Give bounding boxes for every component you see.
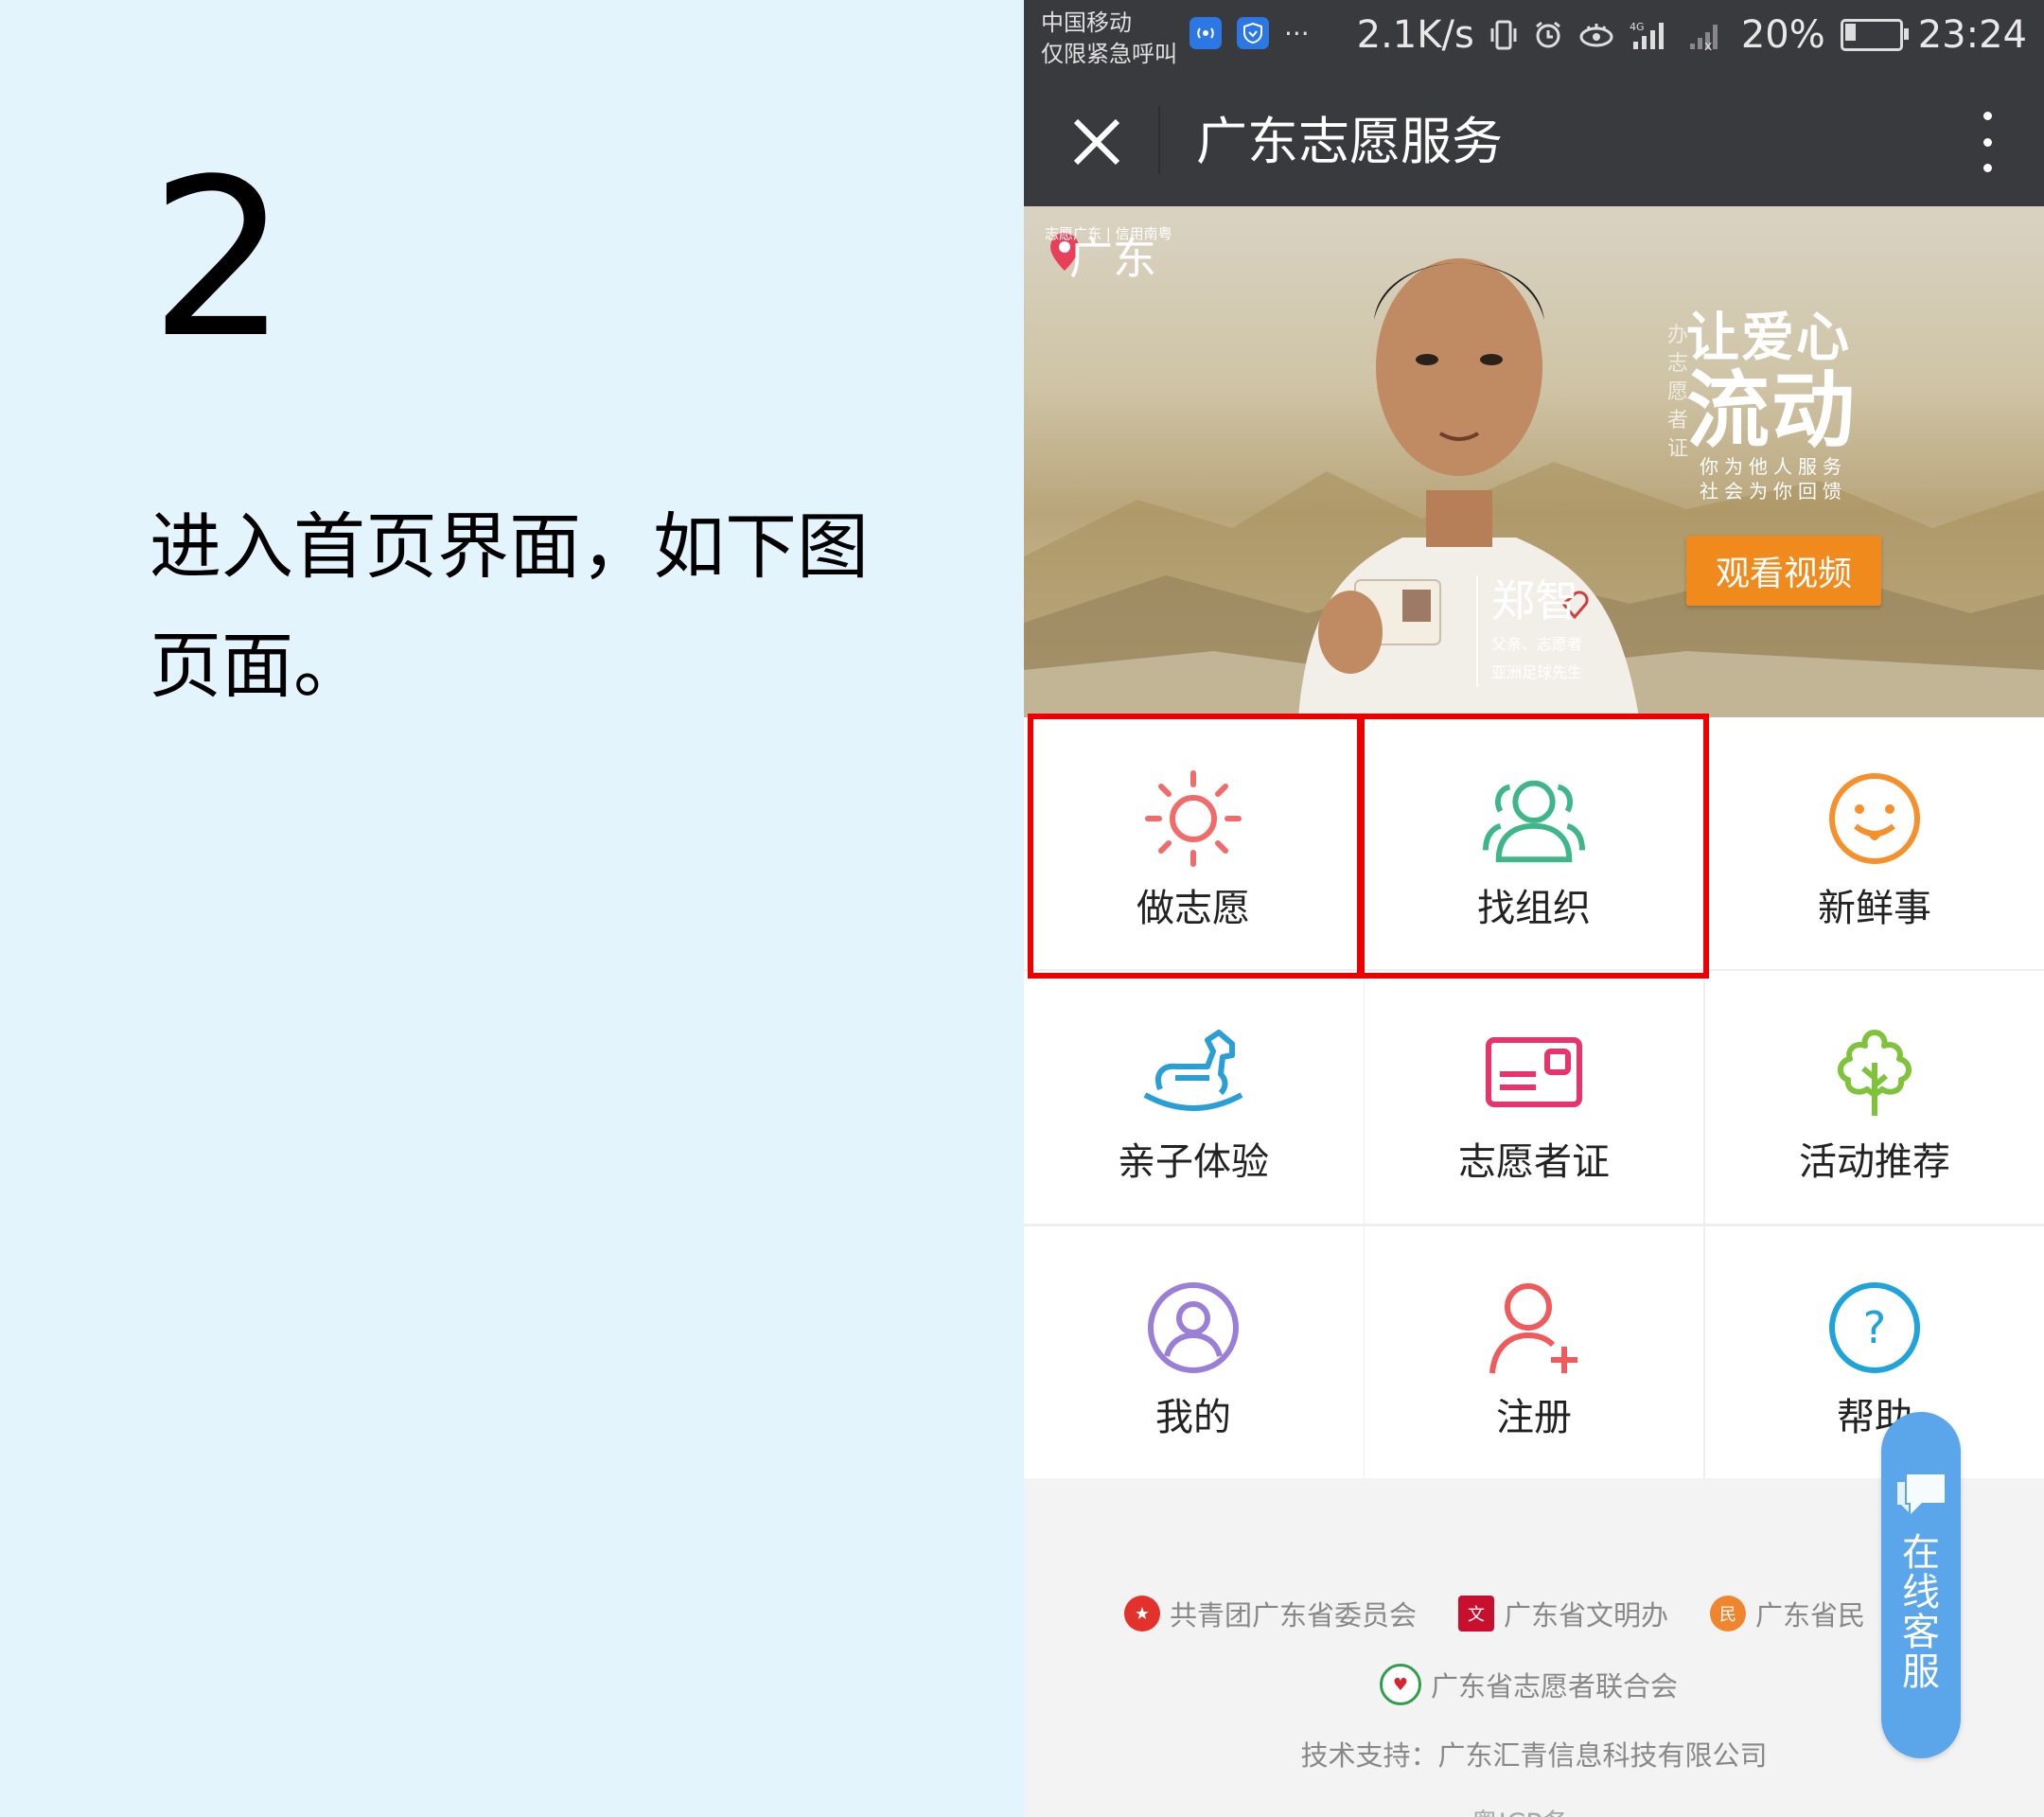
step-instruction: 进入首页界面，如下图页面。 (150, 504, 869, 708)
banner-slogan: 办志愿者证 让爱心 流动 你为他人服务 社会为你回馈 (1667, 308, 1970, 503)
carrier-sub: 仅限紧急呼叫 (1041, 41, 1177, 67)
rocking-horse-icon (1141, 1020, 1245, 1124)
web-title-bar: 广东志愿服务 (1024, 78, 2044, 206)
online-service-button[interactable]: 在线客服 (1881, 1412, 1961, 1758)
add-user-icon (1482, 1276, 1586, 1380)
slogan-line1: 让爱心 (1686, 308, 1851, 369)
more-dot-icon (1982, 112, 1992, 120)
ambassador-name-block: 郑智 父亲、志愿者 亚洲足球先生 (1476, 575, 1582, 687)
tutorial-panel: 2 进入首页界面，如下图页面。 (0, 0, 1024, 1817)
promo-banner[interactable]: 志愿广东 | 信用南粤 广东 办志愿者证 让爱心 流动 你为他人服务 社会为你回… (1024, 206, 2044, 717)
menu-item-label: 亲子体验 (1118, 1140, 1269, 1184)
slogan-line2: 流动 (1686, 362, 1858, 459)
vibrate-icon (1490, 20, 1517, 50)
menu-item-label: 我的 (1155, 1396, 1231, 1439)
title-divider (1158, 106, 1160, 174)
more-menu-button[interactable] (1968, 106, 2006, 178)
tree-icon (1823, 1020, 1927, 1124)
signal-4g-icon: 4G (1630, 21, 1664, 49)
ambassador-name: 郑智 (1491, 575, 1578, 626)
ambassador-desc2: 亚洲足球先生 (1491, 663, 1583, 681)
phone-screenshot: 中国移动 仅限紧急呼叫 ··· 2.1K/s 4G x 20% 23:24 广东… (1024, 0, 2044, 1817)
smile-icon (1823, 767, 1927, 871)
ambassador-desc1: 父亲、志愿者 (1491, 635, 1583, 653)
svg-text:x: x (1704, 39, 1712, 51)
page-title: 广东志愿服务 (1196, 112, 1503, 171)
step-number: 2 (150, 133, 289, 386)
banner-vertical-text: 办志愿者证 (1667, 324, 1689, 461)
sponsor-name[interactable]: 共青团广东省委员会 (1170, 1594, 1417, 1633)
close-icon (1073, 118, 1120, 166)
menu-grid: 做志愿 找组织 新鲜事 亲子体验 志愿者证 活动推荐 我的 注册 ? 帮助 (1024, 714, 2044, 1478)
battery-percent: 20% (1740, 13, 1825, 57)
notification-icons: ··· (1189, 17, 1310, 49)
svg-text:?: ? (1863, 1302, 1886, 1353)
civil-affairs-logo-icon: 民 (1710, 1596, 1747, 1632)
more-dot-icon (1982, 164, 1992, 172)
menu-item-register[interactable]: 注册 (1365, 1226, 1703, 1478)
carrier-info: 中国移动 仅限紧急呼叫 (1041, 8, 1177, 70)
menu-item-volunteer-card[interactable]: 志愿者证 (1365, 971, 1703, 1223)
user-circle-icon (1141, 1276, 1245, 1380)
chat-bubble-icon (1897, 1474, 1945, 1514)
banner-location: 广东 (1069, 233, 1156, 284)
more-notifications-icon: ··· (1284, 17, 1310, 49)
icp-text: 粤ICP备… (1024, 1802, 2044, 1817)
svg-text:4G: 4G (1630, 21, 1645, 33)
sponsor-name[interactable]: 广东省文明办 (1504, 1594, 1668, 1633)
battery-icon (1840, 19, 1909, 51)
ambassador-photo (1298, 258, 1639, 717)
alarm-icon (1535, 21, 1560, 48)
id-card-icon (1482, 1020, 1586, 1124)
menu-item-help[interactable]: ? 帮助 (1705, 1226, 2044, 1478)
carrier-name: 中国移动 (1041, 9, 1132, 36)
volunteer-federation-logo-icon: ♥ (1380, 1664, 1421, 1705)
status-bar: 中国移动 仅限紧急呼叫 ··· 2.1K/s 4G x 20% 23:24 (1024, 0, 2044, 78)
shield-icon (1237, 17, 1269, 49)
civilization-office-logo-icon: 文 (1458, 1596, 1495, 1632)
sponsor-row-1: ★ 共青团广东省委员会 文 广东省文明办 民 广东省民 (1124, 1594, 1865, 1633)
menu-item-recommended-activities[interactable]: 活动推荐 (1705, 971, 2044, 1223)
highlight-box-volunteer (1028, 714, 1365, 979)
eye-icon (1579, 24, 1613, 47)
menu-item-news[interactable]: 新鲜事 (1705, 717, 2044, 969)
clock: 23:24 (1917, 13, 2027, 57)
watch-video-button[interactable]: 观看视频 (1686, 536, 1881, 606)
menu-item-label: 活动推荐 (1799, 1140, 1950, 1184)
help-icon: ? (1823, 1276, 1927, 1380)
sponsor-name[interactable]: 广东省志愿者联合会 (1431, 1665, 1678, 1704)
menu-item-label: 志愿者证 (1458, 1140, 1610, 1184)
youth-league-logo-icon: ★ (1124, 1596, 1160, 1632)
signal-empty-icon: x (1689, 25, 1718, 51)
slogan-line3: 你为他人服务 (1700, 455, 1847, 478)
net-speed: 2.1K/s (1356, 13, 1474, 57)
sponsor-row-2: ♥ 广东省志愿者联合会 (1380, 1664, 1678, 1705)
sponsor-name[interactable]: 广东省民 (1755, 1594, 1865, 1633)
menu-item-family-experience[interactable]: 亲子体验 (1024, 971, 1363, 1223)
close-button[interactable] (1064, 109, 1130, 175)
menu-item-label: 新鲜事 (1818, 887, 1931, 930)
more-dot-icon (1982, 137, 1992, 147)
menu-item-label: 注册 (1496, 1396, 1572, 1439)
slogan-line4: 社会为你回馈 (1700, 480, 1847, 503)
hotspot-icon (1189, 17, 1222, 49)
online-service-label: 在线客服 (1902, 1531, 1940, 1694)
highlight-box-find-organization (1357, 714, 1709, 979)
menu-item-mine[interactable]: 我的 (1024, 1226, 1363, 1478)
system-status: 2.1K/s 4G x 20% 23:24 (1357, 13, 2027, 57)
